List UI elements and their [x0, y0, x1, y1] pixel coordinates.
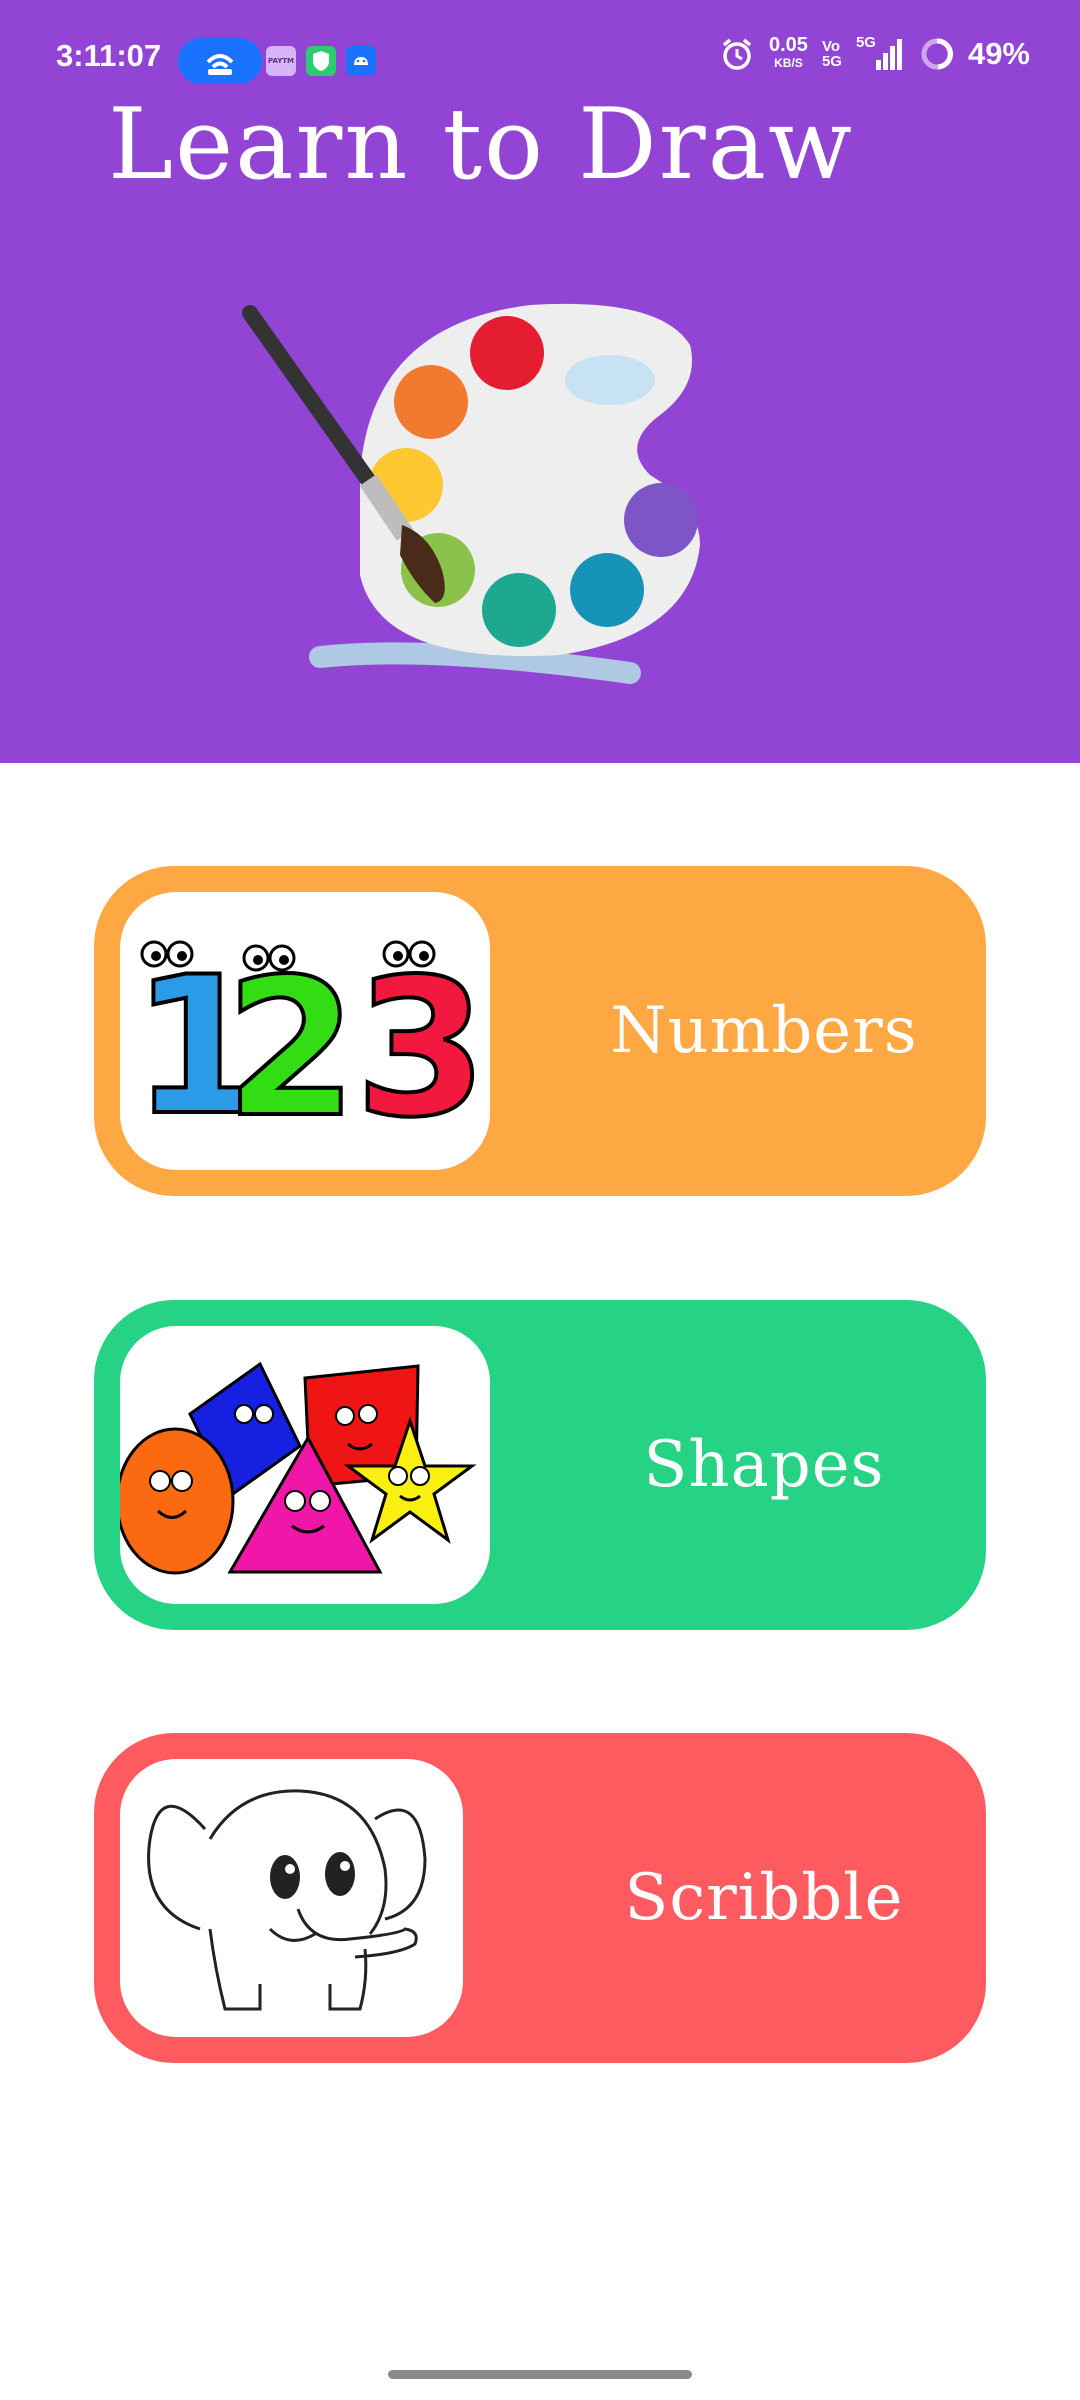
paint-palette-icon [230, 285, 770, 705]
android-notification-icon [346, 46, 376, 76]
menu-card-shapes[interactable]: Shapes [94, 1300, 986, 1630]
menu-card-label: Scribble [624, 1861, 904, 1935]
svg-text:2: 2 [225, 938, 357, 1159]
elephant-icon [120, 1759, 463, 2037]
header-banner: 3:11:07 PAYTM 0.05 KB/S Vo 5G 5G 49% Lea… [0, 0, 1080, 763]
numbers-123-icon: 1 2 3 [120, 892, 490, 1170]
app-title: Learn to Draw [108, 88, 854, 202]
wifi-icon [206, 54, 234, 75]
signal-icon: 5G [856, 34, 906, 72]
battery-percent: 49% [967, 36, 1030, 71]
net-speed: 0.05 KB/S [769, 34, 808, 72]
status-right: 0.05 KB/S Vo 5G 5G 49% [719, 34, 1030, 72]
menu-card-numbers[interactable]: 1 2 3 Numbers [94, 866, 986, 1196]
net-speed-value: 0.05 [769, 34, 808, 56]
paytm-notification-icon: PAYTM [266, 46, 296, 76]
menu-card-scribble[interactable]: Scribble [94, 1733, 986, 2063]
volte-indicator: Vo 5G [822, 39, 842, 69]
shapes-icon [120, 1326, 490, 1604]
shield-notification-icon [306, 46, 336, 76]
alarm-icon [722, 38, 752, 70]
hotspot-indicator [178, 38, 262, 84]
svg-text:3: 3 [355, 938, 487, 1159]
volte-sub: 5G [821, 53, 842, 70]
volte-label: Vo [821, 38, 840, 55]
net-speed-unit: KB/S [774, 56, 803, 70]
status-time: 3:11:07 [56, 38, 162, 73]
menu-card-label: Shapes [643, 1428, 885, 1502]
battery-icon [921, 38, 953, 70]
home-indicator[interactable] [388, 2370, 692, 2379]
menu-card-label: Numbers [610, 994, 918, 1068]
